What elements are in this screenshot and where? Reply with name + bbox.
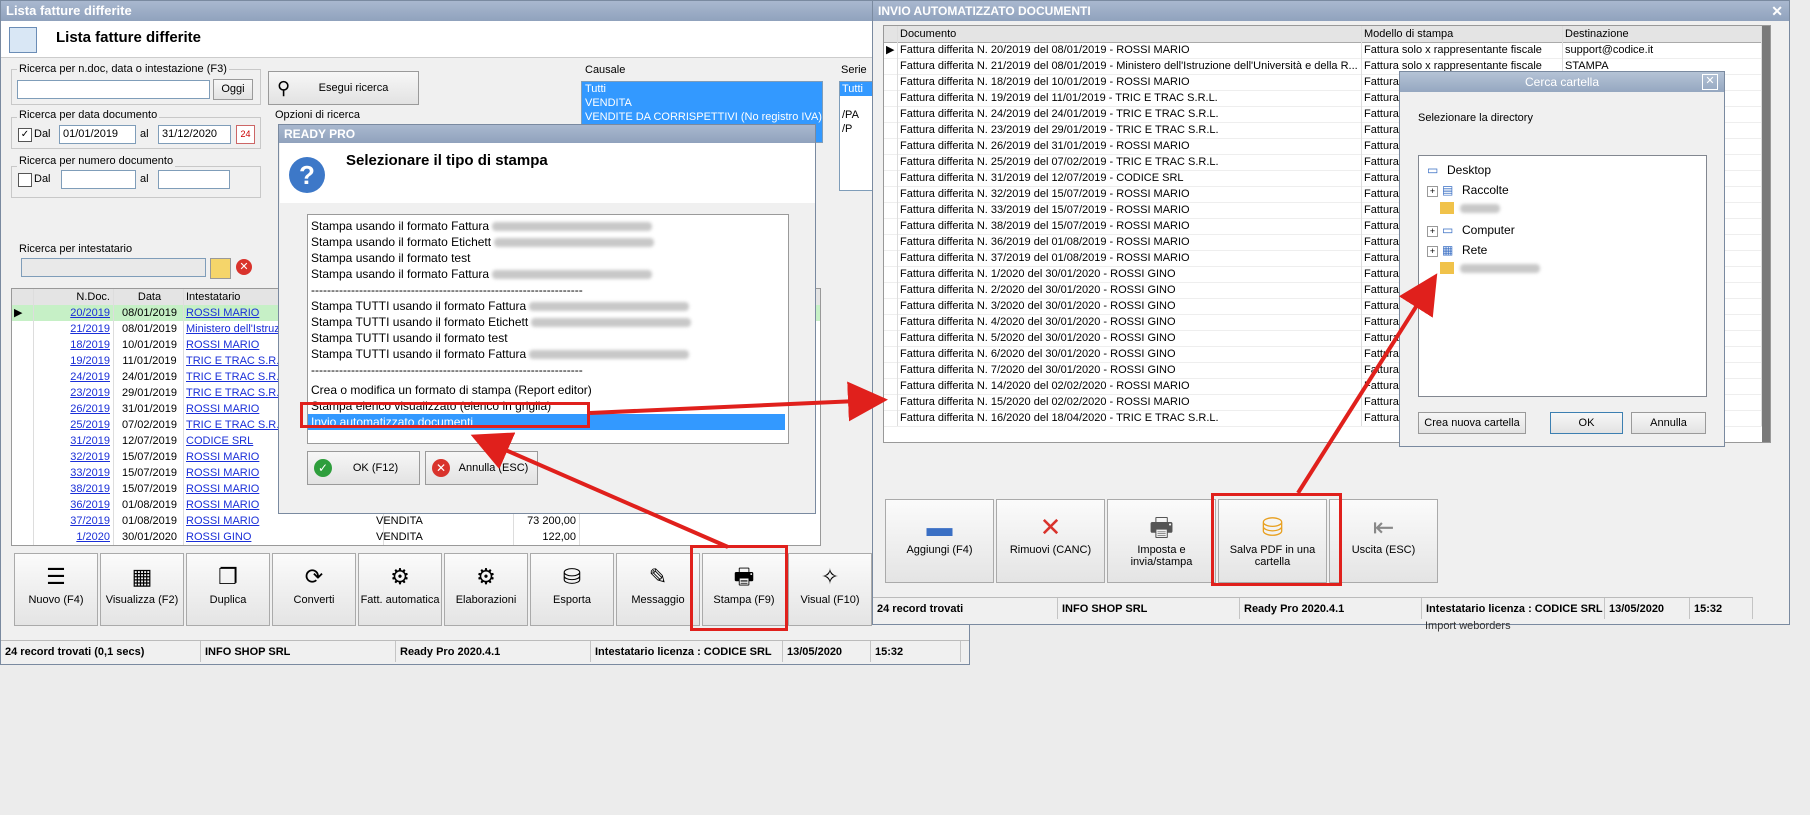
- arrow-salva-to-folder: [1296, 273, 1438, 495]
- arrow-invio-to-window: [589, 381, 888, 422]
- arrow-stampa-to-invio: [470, 432, 729, 549]
- annotation-arrows: [470, 273, 1438, 549]
